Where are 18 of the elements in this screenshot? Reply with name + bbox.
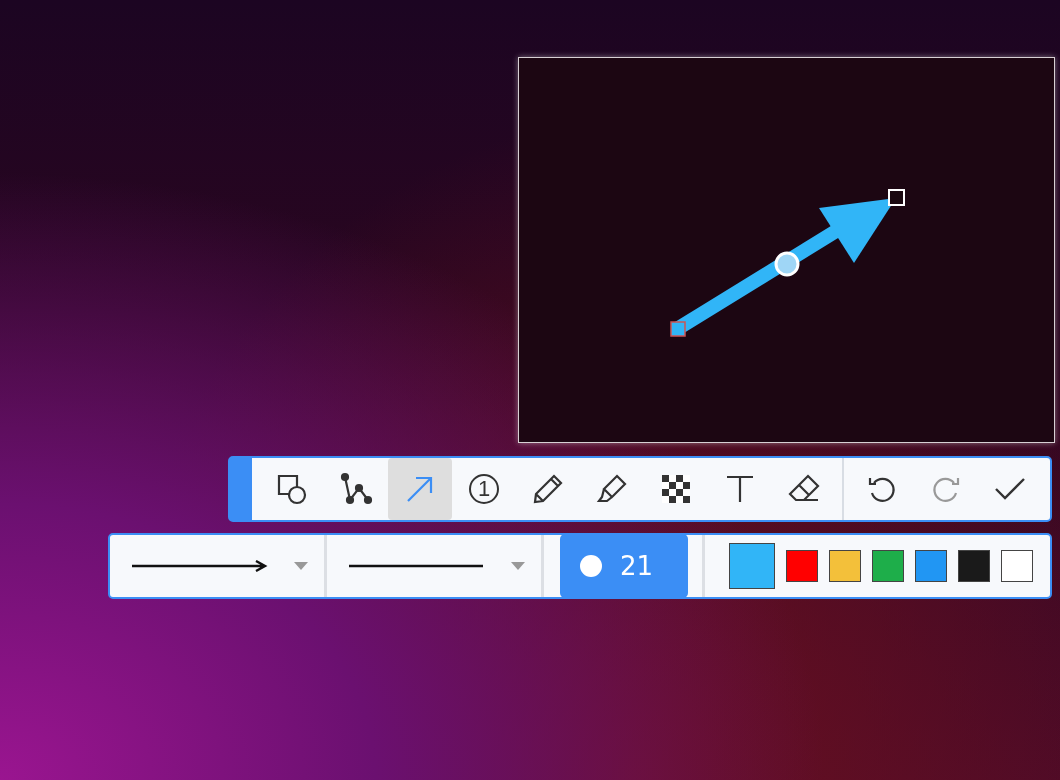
shapes-icon — [275, 472, 309, 506]
caret-icon — [511, 562, 525, 570]
caret-icon — [294, 562, 308, 570]
color-swatch[interactable] — [1001, 550, 1033, 582]
midpoint-handle[interactable] — [774, 251, 800, 277]
drag-handle[interactable] — [230, 458, 252, 520]
resize-handle[interactable] — [670, 321, 686, 337]
color-swatch[interactable] — [829, 550, 861, 582]
mosaic-icon — [661, 474, 691, 504]
color-swatch[interactable] — [786, 550, 818, 582]
polyline-icon — [339, 472, 373, 506]
number-tool-button[interactable]: 1 — [452, 458, 516, 520]
arrow-line-icon — [130, 560, 268, 572]
pencil-icon — [531, 472, 565, 506]
color-swatch[interactable] — [872, 550, 904, 582]
color-swatch[interactable] — [729, 543, 775, 589]
color-swatch[interactable] — [958, 550, 990, 582]
color-swatch[interactable] — [915, 550, 947, 582]
